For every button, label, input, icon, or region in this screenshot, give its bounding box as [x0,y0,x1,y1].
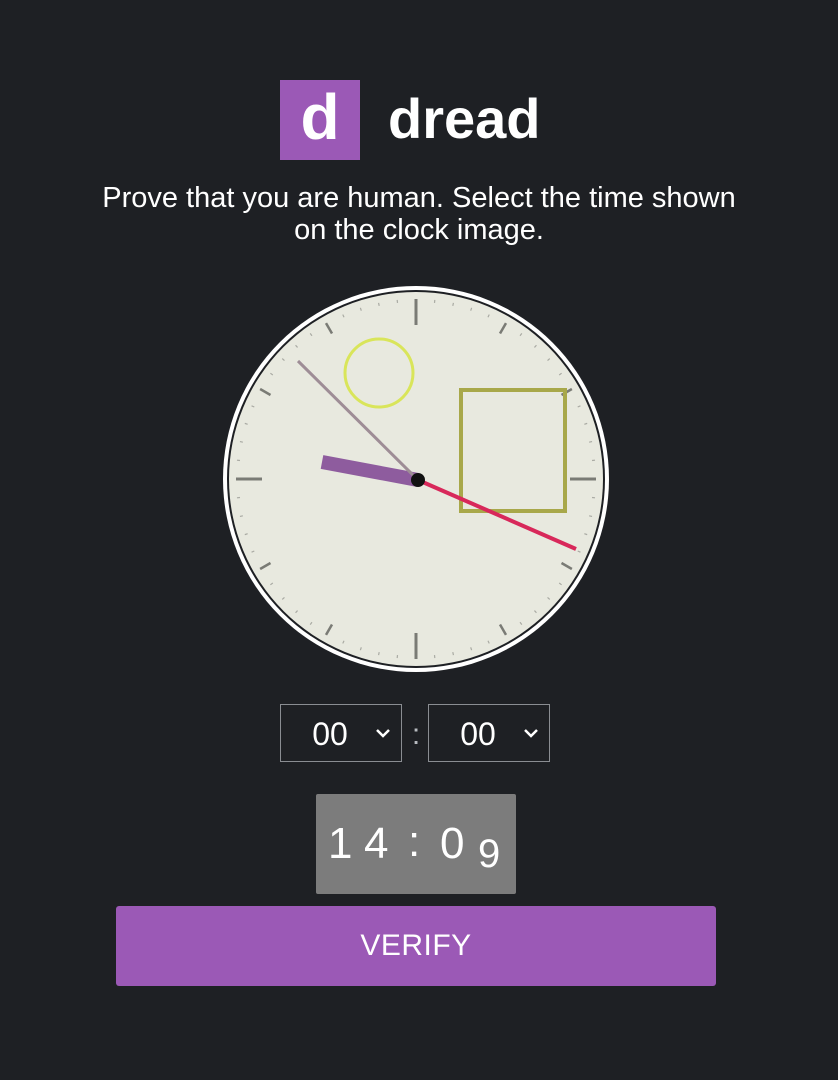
logo-letter: d [300,81,340,153]
clock-tick [377,652,380,656]
chevron-down-icon [524,729,538,738]
time-separator: : [411,718,421,751]
clock-tick [239,440,243,443]
clock-tick [589,440,593,443]
captcha-char: 0 [440,819,465,868]
clock-face [223,286,609,672]
clock-tick [452,652,455,656]
captcha-code: 1 4 : 0 9 [316,794,516,894]
captcha-char: 1 [328,819,353,868]
clock-tick [452,302,455,306]
hour-select-value: 00 [312,716,348,752]
clock-tick [239,515,243,518]
minute-select[interactable]: 00 [428,704,550,762]
time-picker: 00 : 00 [280,704,552,764]
brand-name: dread [388,87,541,150]
captcha-char: 9 [478,832,501,876]
clock-tick [377,302,380,306]
verify-button[interactable]: VERIFY [116,906,716,986]
captcha-char: : [408,817,421,866]
captcha-char: 4 [364,819,389,868]
clock-center [411,473,425,487]
minute-select-value: 00 [460,716,496,752]
clock-tick [589,515,593,518]
chevron-down-icon [376,729,390,738]
hour-select[interactable]: 00 [280,704,402,762]
clock-image [220,282,612,676]
brand-header: d dread [280,80,580,160]
logo: d [280,80,360,160]
instructions-text: Prove that you are human. Select the tim… [102,182,736,246]
